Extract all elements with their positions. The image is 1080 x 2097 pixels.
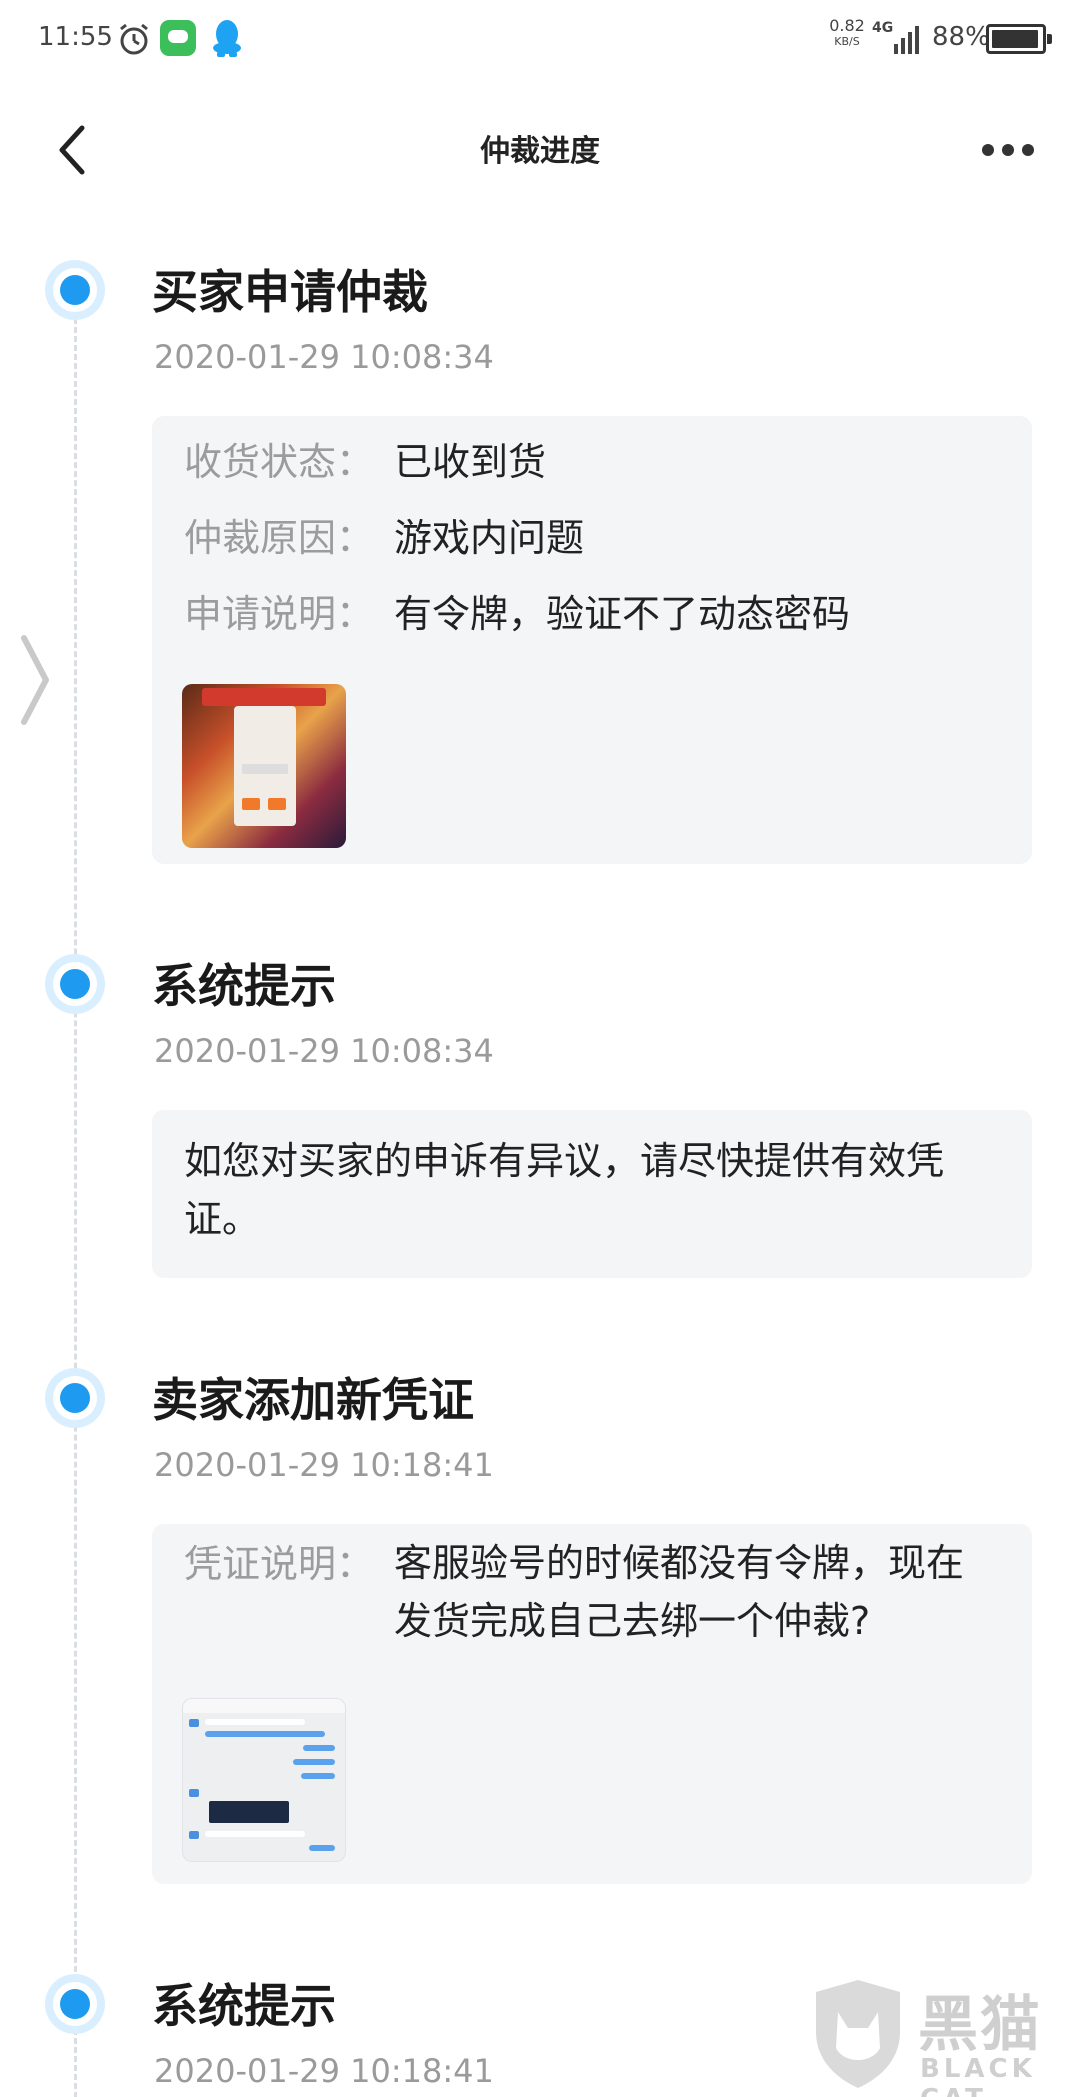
thumbnail-header <box>183 1699 345 1713</box>
thumbnail-banner <box>202 688 326 706</box>
signal-icon <box>894 26 919 54</box>
qq-icon <box>213 20 241 57</box>
timeline-dot <box>45 260 105 320</box>
event-time: 2020-01-29 10:18:41 <box>154 1446 494 1484</box>
thumbnail-bubble <box>205 1719 305 1725</box>
message-app-icon <box>160 20 196 56</box>
arbitration-progress-page: 11:55 0.82 KB/S 4G 88% 仲裁进度 买家申请仲裁 2020-… <box>0 0 1080 2097</box>
more-dots-icon[interactable] <box>980 138 1036 162</box>
thumbnail-avatar <box>189 1789 199 1797</box>
thumbnail-bubble <box>309 1845 335 1851</box>
timeline-dot <box>45 1368 105 1428</box>
detail-value: 有令牌，验证不了动态密码 <box>394 592 851 636</box>
battery-icon <box>986 24 1052 54</box>
chat-screenshot-thumbnail[interactable] <box>182 1698 346 1862</box>
watermark-subtext: BLACK CAT <box>920 2054 1036 2097</box>
alarm-icon <box>120 23 148 55</box>
net-speed-unit: KB/S <box>834 35 860 48</box>
game-screenshot-thumbnail[interactable] <box>182 684 346 848</box>
detail-value: 客服验号的时候都没有令牌，现在发货完成自己去绑一个仲裁? <box>394 1541 965 1643</box>
thumbnail-button <box>242 798 260 810</box>
edge-handle-chevron-icon[interactable] <box>18 632 52 728</box>
detail-key: 凭证说明： <box>184 1542 375 1586</box>
network-type: 4G <box>872 20 894 36</box>
system-tip-text: 如您对买家的申诉有异议，请尽快提供有效凭证。 <box>184 1139 945 1241</box>
thumbnail-bubble <box>205 1831 305 1837</box>
page-title: 仲裁进度 <box>480 134 600 169</box>
detail-key: 收货状态： <box>184 440 375 484</box>
thumbnail-bubble <box>205 1731 325 1737</box>
event-title: 系统提示 <box>152 959 336 1013</box>
thumbnail-field <box>242 764 288 774</box>
status-time: 11:55 <box>38 22 113 52</box>
event-title: 系统提示 <box>152 1979 336 2033</box>
black-cat-logo-icon <box>816 1980 900 2088</box>
timeline-dot <box>45 1974 105 2034</box>
thumbnail-bubble <box>301 1773 335 1779</box>
event-detail-card: 收货状态： 已收到货 仲裁原因： 游戏内问题 申请说明： 有令牌，验证不了动态密… <box>152 416 1032 864</box>
thumbnail-bubble <box>293 1759 335 1765</box>
thumbnail-avatar <box>189 1719 199 1727</box>
timeline-dot <box>45 954 105 1014</box>
timeline-line <box>74 318 77 2097</box>
thumbnail-bubble <box>303 1745 335 1751</box>
event-time: 2020-01-29 10:18:41 <box>154 2052 494 2090</box>
status-bar: 11:55 0.82 KB/S 4G 88% <box>0 0 1080 80</box>
event-detail-card: 如您对买家的申诉有异议，请尽快提供有效凭证。 <box>152 1110 1032 1278</box>
event-time: 2020-01-29 10:08:34 <box>154 1032 494 1070</box>
detail-key: 申请说明： <box>184 592 375 636</box>
detail-key: 仲裁原因： <box>184 516 375 560</box>
event-detail-card: 凭证说明： 客服验号的时候都没有令牌，现在发货完成自己去绑一个仲裁? <box>152 1524 1032 1884</box>
event-time: 2020-01-29 10:08:34 <box>154 338 494 376</box>
watermark-text: 黑猫 <box>918 1990 1042 2060</box>
net-speed-value: 0.82 <box>829 16 865 35</box>
detail-value: 已收到货 <box>394 440 547 484</box>
battery-percent: 88% <box>932 22 990 52</box>
net-speed: 0.82 KB/S <box>822 18 872 50</box>
event-title: 买家申请仲裁 <box>152 265 428 319</box>
thumbnail-dialog <box>234 706 296 826</box>
thumbnail-avatar <box>189 1831 199 1839</box>
thumbnail-image <box>209 1801 289 1823</box>
thumbnail-button <box>268 798 286 810</box>
detail-value: 游戏内问题 <box>394 516 585 560</box>
event-title: 卖家添加新凭证 <box>152 1373 474 1427</box>
nav-bar: 仲裁进度 <box>0 100 1080 200</box>
